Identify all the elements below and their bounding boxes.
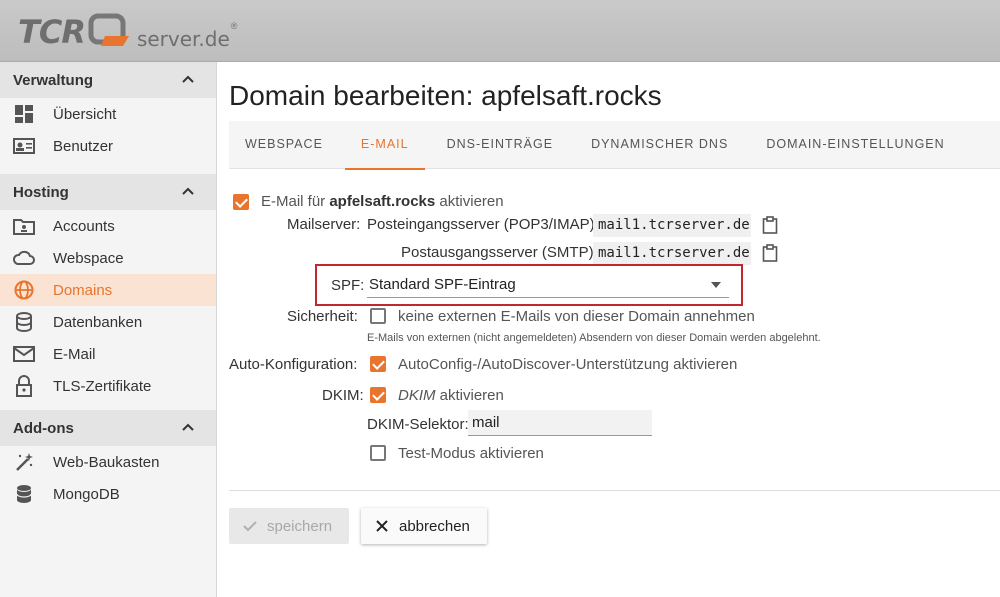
lock-icon [13,375,35,397]
sidebar-section-addons[interactable]: Add-ons [0,410,216,446]
dkim-selector-input[interactable]: mail [468,410,652,436]
sidebar-item-label: Domains [53,281,113,299]
dkim-checkbox[interactable] [370,387,386,403]
dkim-label: DKIM: [322,387,364,404]
autoconfig-option-label: AutoConfig-/AutoDiscover-Unterstützung a… [398,356,738,373]
logo-registered: ® [230,21,238,31]
dkim-option-label: DKIM aktivieren [398,387,504,404]
email-enable-prefix: E-Mail für [261,193,330,210]
dkim-option-rest: aktivieren [435,387,504,404]
chevron-up-icon[interactable] [182,422,194,434]
tab-dynamischer-dns[interactable]: DYNAMISCHER DNS [575,121,744,169]
email-enable-label: E-Mail für apfelsaft.rocks aktivieren [261,193,504,210]
sidebar-item-email[interactable]: E-Mail [0,338,216,370]
autoconfig-label: Auto-Konfiguration: [229,356,358,373]
outgoing-server-value[interactable]: mail1.tcrserver.de [593,242,751,265]
main-content: Domain bearbeiten: apfelsaft.rocks WEBSP… [217,62,1000,597]
sidebar-item-webspace[interactable]: Webspace [0,242,216,274]
chevron-up-icon[interactable] [182,74,194,86]
sidebar-item-label: Webspace [53,249,124,267]
email-enable-suffix: aktivieren [435,193,504,210]
security-checkbox[interactable] [370,308,386,324]
checkmark-icon [243,519,257,533]
clipboard-icon[interactable] [762,216,778,234]
page-title: Domain bearbeiten: apfelsaft.rocks [229,80,662,111]
testmode-checkbox[interactable] [370,445,386,461]
mailserver-label: Mailserver: [287,216,361,233]
tab-domain-einstellungen[interactable]: DOMAIN-EINSTELLUNGEN [750,121,960,169]
spf-label: SPF: [331,277,365,294]
security-option-label: keine externen E-Mails von dieser Domain… [398,308,755,325]
save-button-label: speichern [267,517,333,535]
tab-dns-eintraege[interactable]: DNS-EINTRÄGE [431,121,569,169]
sidebar-item-domains[interactable]: Domains [0,274,216,306]
section-title: Hosting [13,183,69,201]
testmode-option-label: Test-Modus aktivieren [398,445,544,462]
sidebar-item-tls[interactable]: TLS-Zertifikate [0,370,216,402]
logo-brand: TCR [18,13,86,51]
envelope-icon [13,343,35,365]
cancel-button-label: abbrechen [399,517,470,535]
outgoing-server-label: Postausgangsserver (SMTP): [401,244,598,261]
dkim-option-em: DKIM [398,387,436,404]
sidebar-item-accounts[interactable]: Accounts [0,210,216,242]
close-icon [375,519,389,533]
security-hint: E-Mails von externen (nicht angemeldeten… [367,332,821,344]
cloud-icon [13,247,35,269]
spf-select[interactable]: Standard SPF-Eintrag [367,272,729,298]
chevron-up-icon[interactable] [182,186,194,198]
spf-select-value: Standard SPF-Eintrag [369,276,516,293]
sidebar-item-label: TLS-Zertifikate [53,377,152,395]
database-icon [13,311,35,333]
sidebar-section-hosting[interactable]: Hosting [0,174,216,210]
save-button[interactable]: speichern [229,508,349,544]
top-bar: TCR server.de ® [0,0,1000,62]
tab-webspace[interactable]: WEBSPACE [229,121,339,169]
sidebar-item-datenbanken[interactable]: Datenbanken [0,306,216,338]
incoming-server-label: Posteingangsserver (POP3/IMAP): [367,216,599,233]
email-enable-domain: apfelsaft.rocks [329,193,436,210]
logo-mark-icon [87,12,133,52]
security-label: Sicherheit: [287,308,358,325]
divider [229,490,1000,491]
autoconfig-checkbox[interactable] [370,356,386,372]
clipboard-icon[interactable] [762,244,778,262]
section-title: Add-ons [13,419,74,437]
sidebar-item-benutzer[interactable]: Benutzer [0,130,216,162]
section-title: Verwaltung [13,71,94,89]
dashboard-icon [13,103,35,125]
cancel-button[interactable]: abbrechen [361,508,487,544]
sidebar-item-label: Datenbanken [53,313,143,331]
account-folder-icon [13,215,35,237]
sidebar-item-label: MongoDB [53,485,120,503]
logo-domain: server.de [136,27,230,51]
tab-email[interactable]: E-MAIL [344,121,425,170]
sidebar-item-label: Web-Baukasten [53,453,160,471]
sidebar-item-label: Accounts [53,217,115,235]
dkim-selector-label: DKIM-Selektor: [367,416,469,433]
sidebar-item-mongodb[interactable]: MongoDB [0,478,216,510]
sidebar-section-verwaltung[interactable]: Verwaltung [0,62,216,98]
logo[interactable]: TCR server.de ® [18,10,237,54]
id-card-icon [13,135,35,157]
sidebar-item-label: Übersicht [53,105,117,123]
sidebar-item-label: E-Mail [53,345,96,363]
dropdown-arrow-icon [711,282,721,288]
globe-icon [13,279,35,301]
incoming-server-value[interactable]: mail1.tcrserver.de [593,214,751,237]
magic-wand-icon [13,451,35,473]
sidebar-item-uebersicht[interactable]: Übersicht [0,98,216,130]
email-enable-checkbox[interactable] [233,194,249,210]
sidebar: Verwaltung Übersicht Benutzer Hosting Ac… [0,62,217,597]
sidebar-item-label: Benutzer [53,137,114,155]
sidebar-item-web-baukasten[interactable]: Web-Baukasten [0,446,216,478]
tab-bar: WEBSPACE E-MAIL DNS-EINTRÄGE DYNAMISCHER… [229,121,1000,170]
database-icon [13,483,35,505]
